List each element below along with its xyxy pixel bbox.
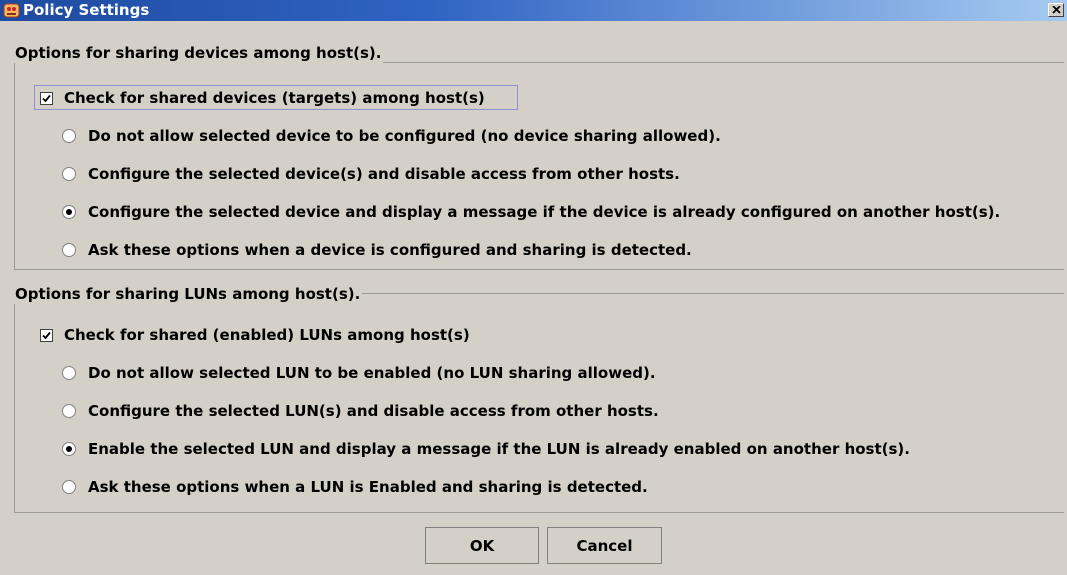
device-option-label: Ask these options when a device is confi… xyxy=(88,241,692,259)
lun-sharing-checkbox[interactable] xyxy=(40,329,53,342)
device-group-legend: Options for sharing devices among host(s… xyxy=(14,44,384,63)
device-option-radio-selected[interactable] xyxy=(62,205,76,219)
device-option-radio[interactable] xyxy=(62,243,76,257)
device-option-label: Configure the selected device(s) and dis… xyxy=(88,165,680,183)
lun-sharing-checkbox-label: Check for shared (enabled) LUNs among ho… xyxy=(64,326,470,344)
device-sharing-checkbox[interactable] xyxy=(40,92,53,105)
close-button[interactable] xyxy=(1048,3,1064,17)
device-option-radio[interactable] xyxy=(62,167,76,181)
checkmark-icon xyxy=(42,331,51,340)
lun-option-radio-selected[interactable] xyxy=(62,442,76,456)
device-sharing-checkbox-label: Check for shared devices (targets) among… xyxy=(64,89,485,107)
device-option-radio[interactable] xyxy=(62,129,76,143)
lun-option-label: Enable the selected LUN and display a me… xyxy=(88,440,910,458)
lun-option-radio[interactable] xyxy=(62,480,76,494)
checkmark-icon xyxy=(42,94,51,103)
radio-dot xyxy=(66,209,72,215)
ok-button[interactable]: OK xyxy=(425,527,539,564)
close-icon xyxy=(1052,6,1061,14)
lun-option-label: Configure the selected LUN(s) and disabl… xyxy=(88,402,659,420)
lun-option-label: Do not allow selected LUN to be enabled … xyxy=(88,364,656,382)
lun-option-radio[interactable] xyxy=(62,404,76,418)
cancel-button[interactable]: Cancel xyxy=(547,527,662,564)
title-bar[interactable]: Policy Settings xyxy=(0,0,1067,21)
lun-option-radio[interactable] xyxy=(62,366,76,380)
device-option-label: Do not allow selected device to be confi… xyxy=(88,127,721,145)
device-option-label: Configure the selected device and displa… xyxy=(88,203,1001,221)
window-title: Policy Settings xyxy=(23,1,150,19)
app-icon xyxy=(3,2,20,19)
radio-dot xyxy=(66,446,72,452)
lun-option-label: Ask these options when a LUN is Enabled … xyxy=(88,478,648,496)
lun-group-legend: Options for sharing LUNs among host(s). xyxy=(14,285,363,304)
